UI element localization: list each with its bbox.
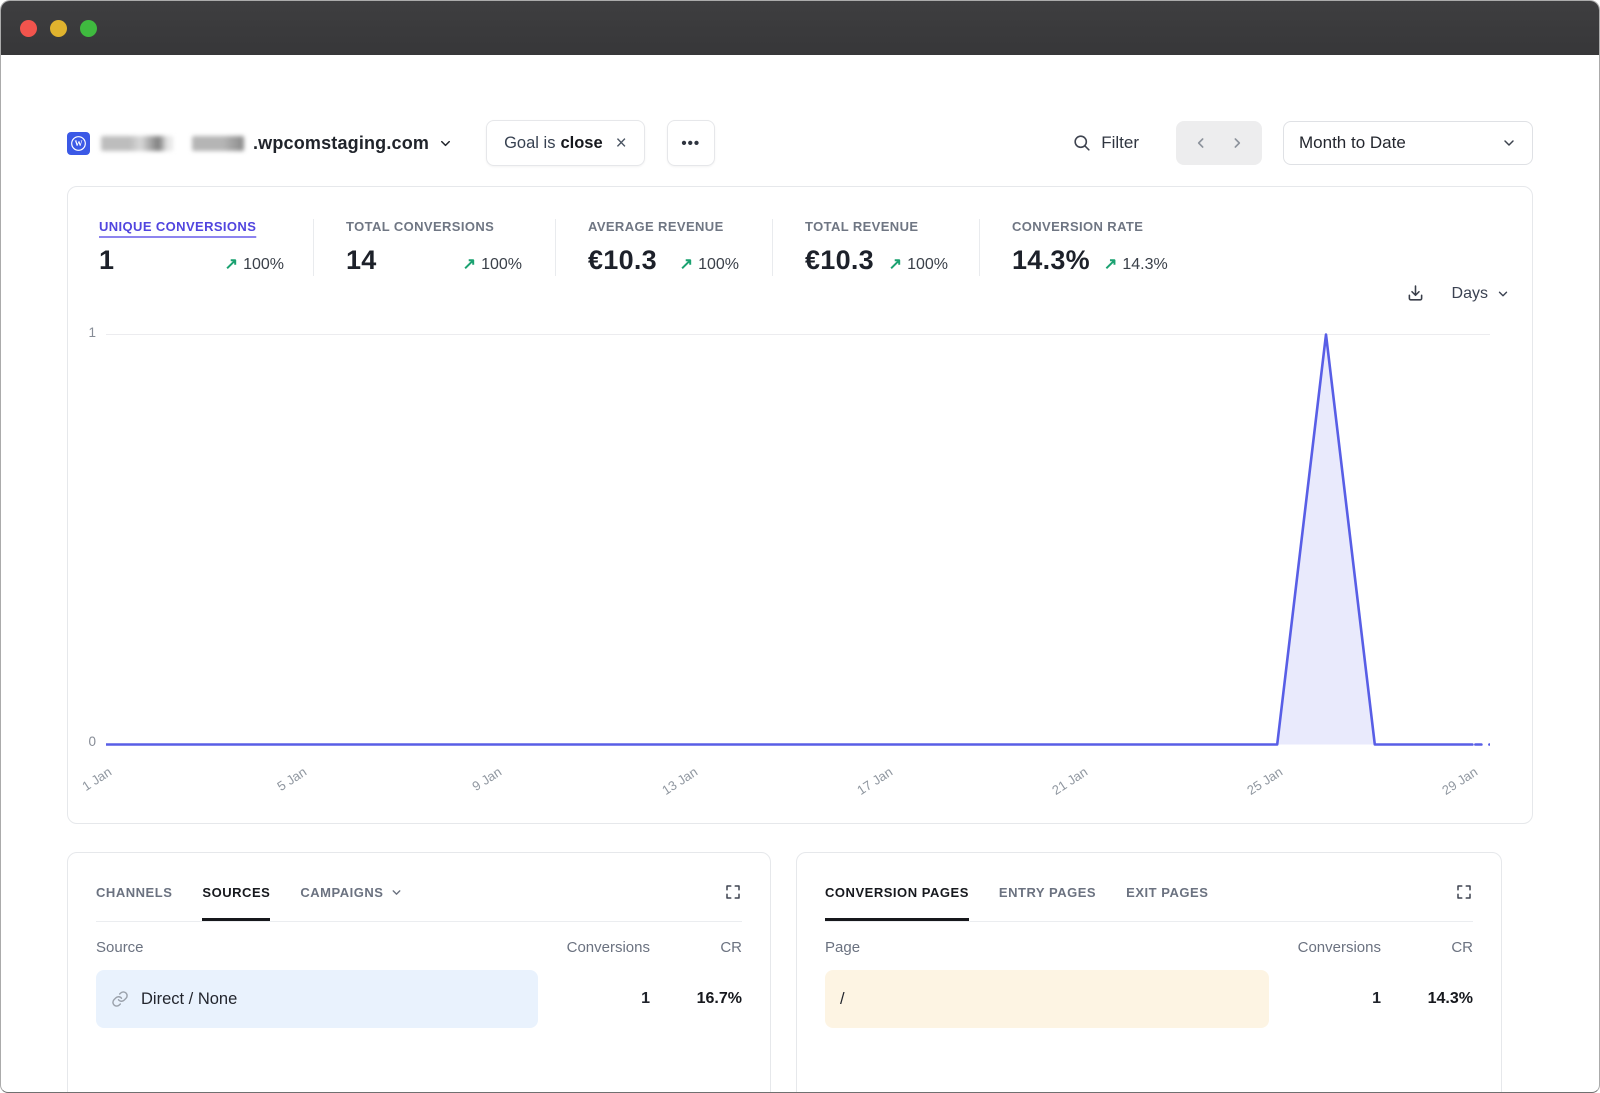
chevron-down-icon: [1496, 287, 1510, 301]
source-label: Direct / None: [141, 990, 237, 1009]
trend-up-icon: ↗: [463, 254, 476, 274]
stat-value: €10.3: [588, 245, 657, 276]
svg-text:W: W: [74, 139, 82, 148]
stat-value: €10.3: [805, 245, 874, 276]
sources-table-header: Source Conversions CR: [96, 922, 742, 969]
zoom-window-button[interactable]: [80, 20, 97, 37]
tab-channels[interactable]: CHANNELS: [96, 885, 172, 900]
y-axis-max-label: 1: [76, 325, 96, 340]
stat-total-conversions[interactable]: TOTAL CONVERSIONS 14 ↗100%: [313, 219, 555, 276]
pages-card-tabs: CONVERSION PAGES ENTRY PAGES EXIT PAGES: [825, 853, 1473, 922]
stat-conversion-rate[interactable]: CONVERSION RATE 14.3% ↗14.3%: [979, 219, 1532, 276]
interval-select[interactable]: Days: [1452, 285, 1510, 303]
pages-table-header: Page Conversions CR: [825, 922, 1473, 969]
cr-value: 16.7%: [650, 990, 742, 1008]
expand-icon[interactable]: [724, 883, 742, 901]
chevron-left-icon[interactable]: [1193, 135, 1209, 151]
pages-card: CONVERSION PAGES ENTRY PAGES EXIT PAGES …: [796, 852, 1502, 1093]
x-tick-label: 29 Jan: [1440, 764, 1481, 798]
sources-card: CHANNELS SOURCES CAMPAIGNS Source Conver…: [67, 852, 771, 1093]
wordpress-icon: W: [67, 132, 90, 155]
download-icon[interactable]: [1405, 283, 1426, 304]
x-tick-label: 17 Jan: [854, 764, 895, 798]
date-range-value: Month to Date: [1299, 133, 1406, 153]
conversions-value: 1: [538, 990, 650, 1008]
stat-value: 1: [99, 245, 114, 276]
window-title-bar: [1, 1, 1599, 55]
interval-value: Days: [1452, 285, 1488, 303]
tab-campaigns[interactable]: CAMPAIGNS: [300, 885, 402, 900]
goal-filter-chip[interactable]: Goal is close ×: [486, 120, 645, 166]
redacted-site-name: [192, 136, 244, 151]
conversions-report-card: UNIQUE CONVERSIONS 1 ↗100% TOTAL CONVERS…: [67, 186, 1533, 824]
tab-conversion-pages[interactable]: CONVERSION PAGES: [825, 885, 969, 900]
stat-average-revenue[interactable]: AVERAGE REVENUE €10.3 ↗100%: [555, 219, 772, 276]
x-tick-label: 25 Jan: [1244, 764, 1285, 798]
close-window-button[interactable]: [20, 20, 37, 37]
chevron-right-icon[interactable]: [1229, 135, 1245, 151]
conversions-value: 1: [1269, 990, 1381, 1008]
table-row[interactable]: Direct / None 1 16.7%: [96, 969, 742, 1029]
stats-row: UNIQUE CONVERSIONS 1 ↗100% TOTAL CONVERS…: [68, 187, 1532, 276]
trend-up-icon: ↗: [680, 254, 693, 274]
x-tick-label: 13 Jan: [659, 764, 700, 798]
goal-filter-prefix: Goal is: [504, 134, 555, 153]
stat-total-revenue[interactable]: TOTAL REVENUE €10.3 ↗100%: [772, 219, 979, 276]
chevron-down-icon: [390, 886, 403, 899]
filter-button[interactable]: Filter: [1072, 133, 1139, 153]
tab-entry-pages[interactable]: ENTRY PAGES: [999, 885, 1096, 900]
x-tick-label: 5 Jan: [275, 764, 310, 794]
x-axis-labels: 1 Jan5 Jan9 Jan13 Jan17 Jan21 Jan25 Jan2…: [106, 754, 1490, 804]
search-icon: [1072, 133, 1092, 153]
report-header: W .wpcomstaging.com Goal is close × ••• …: [67, 120, 1533, 166]
stat-unique-conversions[interactable]: UNIQUE CONVERSIONS 1 ↗100%: [99, 219, 313, 276]
link-icon: [111, 990, 129, 1008]
site-domain: .wpcomstaging.com: [253, 133, 429, 154]
chevron-down-icon: [1501, 135, 1517, 151]
trend-up-icon: ↗: [225, 254, 238, 274]
minimize-window-button[interactable]: [50, 20, 67, 37]
cr-value: 14.3%: [1381, 990, 1473, 1008]
stat-change: 100%: [481, 256, 522, 274]
site-selector[interactable]: W .wpcomstaging.com: [67, 132, 453, 155]
page-label: /: [840, 990, 845, 1009]
goal-filter-value: close: [560, 134, 602, 153]
date-pager: [1176, 121, 1262, 165]
tab-sources[interactable]: SOURCES: [202, 885, 270, 900]
x-tick-label: 21 Jan: [1049, 764, 1090, 798]
stat-change: 100%: [698, 256, 739, 274]
filter-label: Filter: [1101, 133, 1139, 153]
x-tick-label: 1 Jan: [79, 764, 114, 794]
conversions-chart[interactable]: [106, 333, 1490, 747]
trend-up-icon: ↗: [889, 254, 902, 274]
redacted-site-name: [101, 136, 173, 151]
table-row[interactable]: / 1 14.3%: [825, 969, 1473, 1029]
stat-change: 100%: [243, 256, 284, 274]
stat-change: 100%: [907, 256, 948, 274]
expand-icon[interactable]: [1455, 883, 1473, 901]
x-tick-label: 9 Jan: [470, 764, 505, 794]
stat-value: 14.3%: [1012, 245, 1090, 276]
remove-filter-icon[interactable]: ×: [616, 134, 627, 153]
y-axis-min-label: 0: [76, 734, 96, 749]
trend-up-icon: ↗: [1104, 254, 1117, 274]
more-filters-button[interactable]: •••: [667, 120, 715, 166]
date-range-select[interactable]: Month to Date: [1283, 121, 1533, 165]
tab-exit-pages[interactable]: EXIT PAGES: [1126, 885, 1208, 900]
chevron-down-icon: [438, 136, 453, 151]
app-window: W .wpcomstaging.com Goal is close × ••• …: [0, 0, 1600, 1093]
stat-change: 14.3%: [1122, 256, 1167, 274]
stat-value: 14: [346, 245, 377, 276]
sources-card-tabs: CHANNELS SOURCES CAMPAIGNS: [96, 853, 742, 922]
